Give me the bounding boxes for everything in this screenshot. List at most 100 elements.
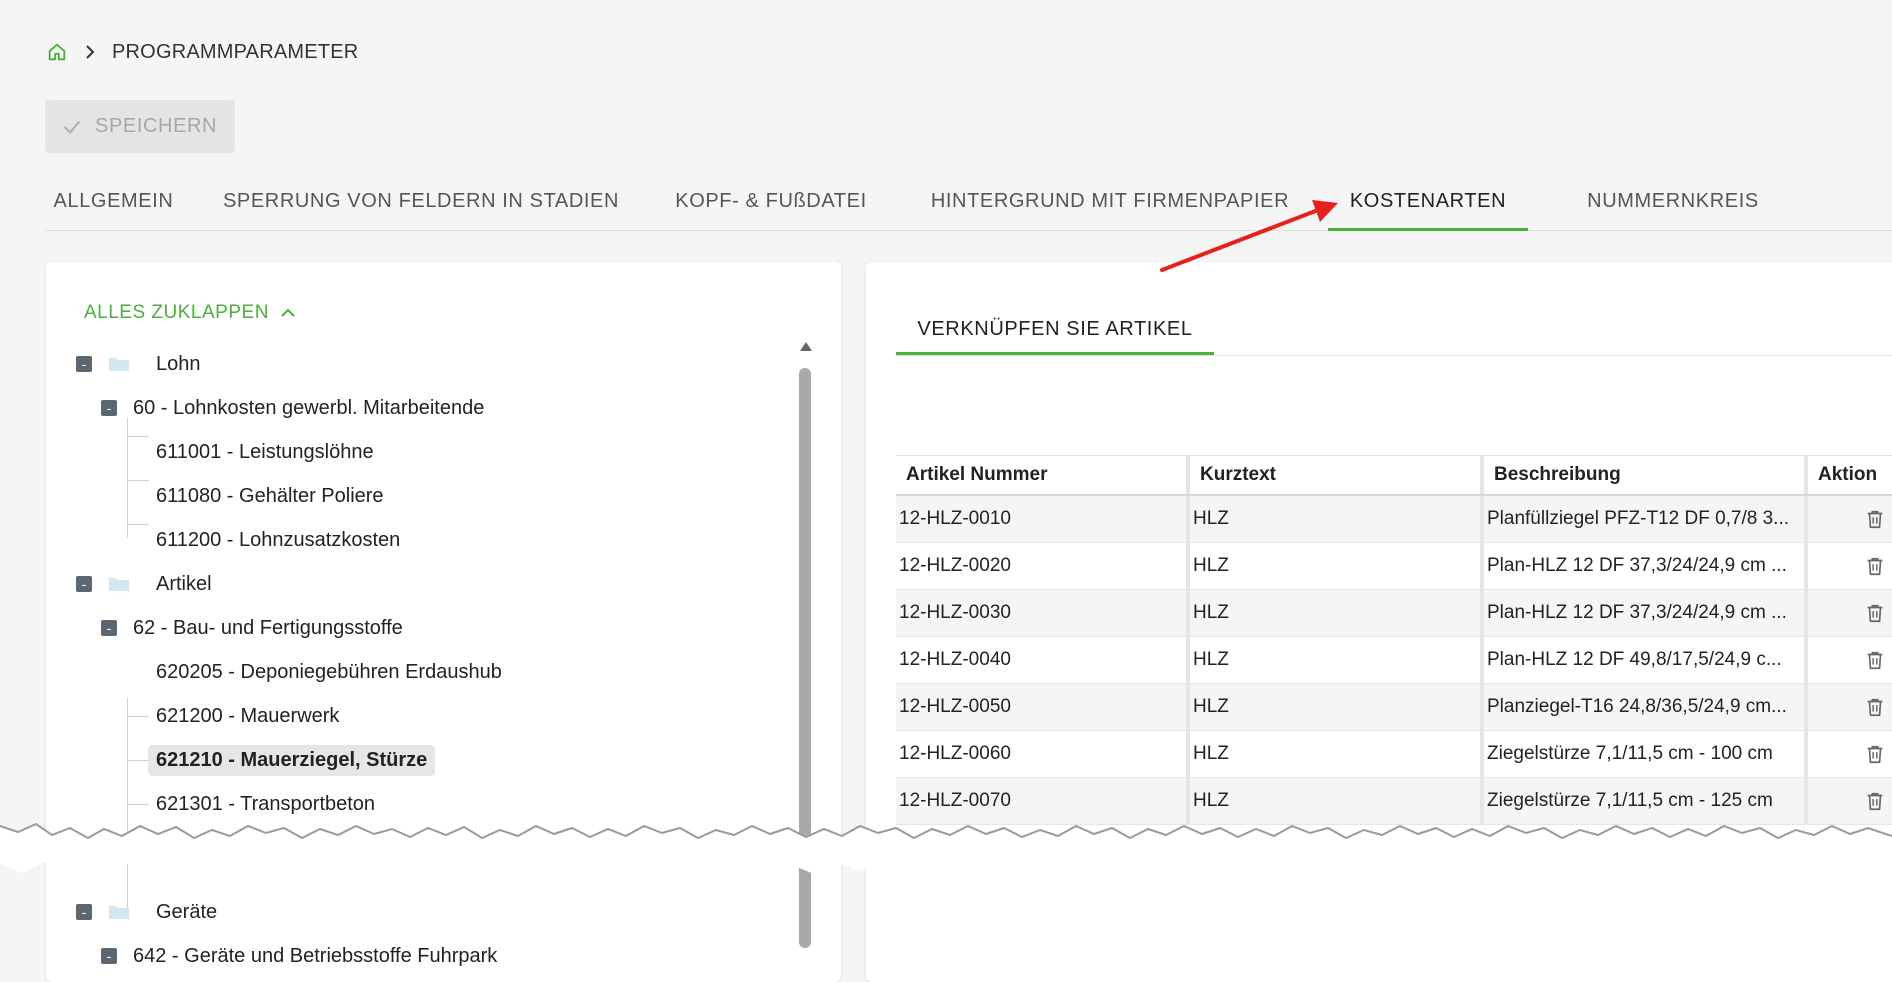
articles-table: Artikel Nummer Kurztext Beschreibung Akt…: [896, 455, 1892, 825]
column-separator: [1186, 637, 1190, 683]
cell-beschreibung: Plan-HLZ 12 DF 37,3/24/24,9 cm ...: [1487, 602, 1787, 623]
cell-beschreibung: Plan-HLZ 12 DF 37,3/24/24,9 cm ...: [1487, 555, 1787, 576]
tree-group-642[interactable]: - 642 - Geräte und Betriebsstoffe Fuhrpa…: [101, 938, 497, 974]
trash-icon[interactable]: [1864, 790, 1886, 812]
tree-connector: [127, 804, 149, 805]
cell-beschreibung: Plan-HLZ 12 DF 49,8/17,5/24,9 c...: [1487, 649, 1782, 670]
collapse-toggle-icon[interactable]: -: [101, 948, 117, 964]
collapse-all-button[interactable]: ALLES ZUKLAPPEN: [84, 302, 297, 324]
save-button-label: SPEICHERN: [95, 115, 218, 137]
collapse-toggle-icon[interactable]: -: [76, 904, 92, 920]
cell-beschreibung: Planfüllziegel PFZ-T12 DF 0,7/8 3...: [1487, 508, 1790, 529]
tree-folder-lohn[interactable]: - Lohn: [76, 346, 201, 382]
scroll-up-icon[interactable]: [800, 342, 812, 351]
collapse-toggle-icon[interactable]: -: [76, 576, 92, 592]
linked-articles-panel: VERKNÜPFEN SIE ARTIKEL Artikel Nummer Ku…: [866, 262, 1892, 982]
folder-icon: [108, 576, 130, 592]
column-header-aktion: Aktion: [1818, 464, 1878, 485]
subtab-divider: [896, 355, 1892, 356]
tree-connector: [127, 848, 149, 849]
tree-connector: [127, 760, 149, 761]
breadcrumb-current: PROGRAMMPARAMETER: [112, 40, 359, 63]
cell-kurztext: HLZ: [1193, 696, 1229, 717]
column-separator: [1804, 778, 1808, 824]
column-separator: [1804, 731, 1808, 777]
cell-beschreibung: Planziegel-T16 24,8/36,5/24,9 cm...: [1487, 696, 1787, 717]
tab-verknuepfen-artikel[interactable]: VERKNÜPFEN SIE ARTIKEL: [896, 304, 1214, 355]
chevron-up-icon: [281, 308, 295, 317]
trash-icon[interactable]: [1864, 602, 1886, 624]
column-separator: [1804, 684, 1808, 730]
column-separator: [1480, 590, 1484, 636]
column-separator: [1186, 731, 1190, 777]
check-icon: [63, 120, 81, 134]
cell-kurztext: HLZ: [1193, 649, 1229, 670]
trash-icon[interactable]: [1864, 696, 1886, 718]
tab-hintergrund[interactable]: HINTERGRUND MIT FIRMENPAPIER: [921, 172, 1299, 230]
table-row[interactable]: 12-HLZ-0060 HLZ Ziegelstürze 7,1/11,5 cm -…: [896, 731, 1892, 778]
cell-kurztext: HLZ: [1193, 602, 1229, 623]
tree-item-611200[interactable]: 611200 - Lohnzusatzkosten: [156, 522, 400, 558]
tree-item-621301[interactable]: 621301 - Transportbeton: [156, 786, 375, 822]
column-separator: [1186, 778, 1190, 824]
save-button[interactable]: SPEICHERN: [45, 100, 235, 153]
collapse-toggle-icon[interactable]: -: [101, 620, 117, 636]
breadcrumb: PROGRAMMPARAMETER: [46, 37, 358, 67]
tree-group-60[interactable]: - 60 - Lohnkosten gewerbl. Mitarbeitende: [101, 390, 484, 426]
tree-connector: [127, 436, 149, 437]
tab-sperrung[interactable]: SPERRUNG VON FELDERN IN STADIEN: [221, 172, 621, 230]
tree-group-62[interactable]: - 62 - Bau- und Fertigungsstoffe: [101, 610, 403, 646]
cell-artikel-nummer: 12-HLZ-0020: [899, 555, 1011, 576]
active-tab-indicator: [1328, 228, 1528, 231]
tab-kostenarten[interactable]: KOSTENARTEN: [1328, 172, 1528, 231]
cost-type-tree: - Lohn - 60 - Lohnkosten gewerbl. Mitarb…: [76, 346, 816, 967]
tab-bar: ALLGEMEIN SPERRUNG VON FELDERN IN STADIE…: [45, 172, 1892, 231]
column-header-artikel-nummer[interactable]: Artikel Nummer: [896, 456, 1186, 494]
tree-folder-artikel[interactable]: - Artikel: [76, 566, 212, 602]
column-separator: [1804, 543, 1808, 589]
page: PROGRAMMPARAMETER SPEICHERN ALLGEMEIN SP…: [0, 0, 1892, 982]
trash-icon[interactable]: [1864, 743, 1886, 765]
cell-artikel-nummer: 12-HLZ-0010: [899, 508, 1011, 529]
collapse-toggle-icon[interactable]: -: [76, 356, 92, 372]
column-separator: [1804, 637, 1808, 683]
tree-folder-geraete[interactable]: - Geräte: [76, 894, 217, 930]
collapse-all-label: ALLES ZUKLAPPEN: [84, 302, 269, 323]
tree-item-621200[interactable]: 621200 - Mauerwerk: [156, 698, 339, 734]
column-separator: [1186, 684, 1190, 730]
table-row[interactable]: 12-HLZ-0050 HLZ Planziegel-T16 24,8/36,5/2…: [896, 684, 1892, 731]
column-header-beschreibung[interactable]: Beschreibung: [1484, 456, 1804, 494]
cell-artikel-nummer: 12-HLZ-0060: [899, 743, 1011, 764]
collapse-toggle-icon[interactable]: -: [101, 400, 117, 416]
tree-connector: [127, 480, 149, 481]
tree-scrollbar[interactable]: [798, 342, 812, 948]
folder-icon: [108, 904, 130, 920]
table-row[interactable]: 12-HLZ-0070 HLZ Ziegelstürze 7,1/11,5 cm -…: [896, 778, 1892, 825]
tree-item-611001[interactable]: 611001 - Leistungslöhne: [156, 434, 374, 470]
tree-item-620205[interactable]: 620205 - Deponiegebühren Erdaushub: [156, 654, 502, 690]
tab-allgemein[interactable]: ALLGEMEIN: [45, 172, 182, 230]
trash-icon[interactable]: [1864, 508, 1886, 530]
tree-item-621210[interactable]: 621210 - Mauerziegel, Stürze: [148, 742, 436, 778]
cell-artikel-nummer: 12-HLZ-0030: [899, 602, 1011, 623]
column-separator: [1480, 684, 1484, 730]
column-header-kurztext[interactable]: Kurztext: [1190, 456, 1480, 494]
column-separator: [1480, 543, 1484, 589]
tree-connector: [127, 698, 128, 918]
table-row[interactable]: 12-HLZ-0020 HLZ Plan-HLZ 12 DF 37,3/24/24,…: [896, 543, 1892, 590]
tree-connector: [127, 524, 149, 525]
folder-icon: [108, 356, 130, 372]
trash-icon[interactable]: [1864, 649, 1886, 671]
table-row[interactable]: 12-HLZ-0010 HLZ Planfüllziegel PFZ-T12 DF …: [896, 496, 1892, 543]
table-row[interactable]: 12-HLZ-0040 HLZ Plan-HLZ 12 DF 49,8/17,5/2…: [896, 637, 1892, 684]
tree-item-611080[interactable]: 611080 - Gehälter Poliere: [156, 478, 384, 514]
tab-nummernkreis[interactable]: NUMMERNKREIS: [1566, 172, 1780, 230]
table-row[interactable]: 12-HLZ-0030 HLZ Plan-HLZ 12 DF 37,3/24/24,…: [896, 590, 1892, 637]
home-icon[interactable]: [46, 41, 68, 63]
chevron-right-icon: [82, 44, 98, 60]
trash-icon[interactable]: [1864, 555, 1886, 577]
column-separator: [1186, 543, 1190, 589]
scrollbar-thumb[interactable]: [799, 368, 811, 948]
column-separator: [1480, 731, 1484, 777]
tab-kopf-fussdatei[interactable]: KOPF- & FUßDATEI: [661, 172, 881, 230]
